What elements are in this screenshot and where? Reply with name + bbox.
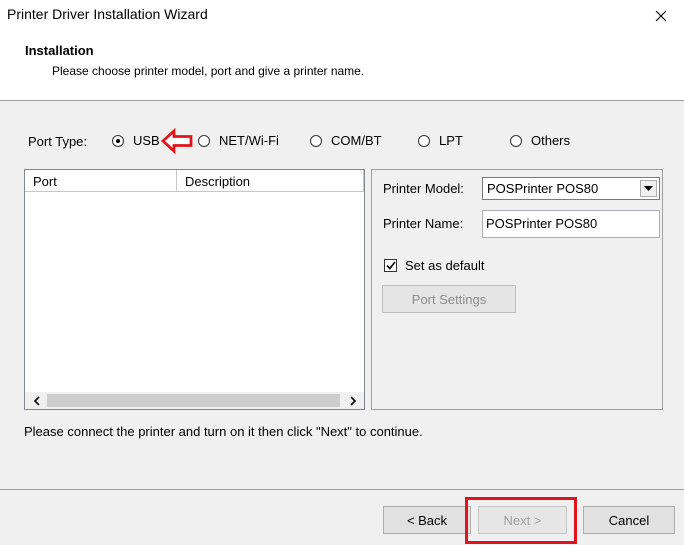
chevron-right-icon [349, 395, 356, 406]
radio-lpt-label: LPT [439, 133, 463, 148]
radio-usb[interactable]: USB [112, 133, 160, 148]
close-button[interactable] [638, 0, 684, 31]
radio-net-wifi-label: NET/Wi-Fi [219, 133, 279, 148]
printer-model-label: Printer Model: [383, 181, 464, 196]
radio-lpt-indicator[interactable] [418, 134, 430, 147]
cancel-button[interactable]: Cancel [583, 506, 675, 534]
printer-name-value: POSPrinter POS80 [486, 216, 598, 231]
radio-com-bt[interactable]: COM/BT [310, 133, 382, 148]
next-highlight-box [465, 497, 577, 544]
radio-usb-label: USB [133, 133, 160, 148]
status-text: Please connect the printer and turn on i… [24, 424, 423, 439]
radio-usb-indicator[interactable] [112, 134, 124, 147]
radio-com-bt-indicator[interactable] [310, 134, 322, 147]
radio-net-wifi[interactable]: NET/Wi-Fi [198, 133, 279, 148]
window-title: Printer Driver Installation Wizard [7, 6, 208, 22]
set-default-label[interactable]: Set as default [405, 258, 485, 273]
column-header-port[interactable]: Port [25, 170, 177, 192]
wizard-header: Installation Please choose printer model… [0, 31, 684, 101]
scrollbar-thumb[interactable] [47, 394, 340, 407]
dropdown-button[interactable] [640, 180, 657, 197]
title-bar: Printer Driver Installation Wizard [0, 0, 684, 31]
arrow-left-icon [161, 128, 193, 154]
radio-others-label: Others [531, 133, 571, 148]
radio-others[interactable]: Others [510, 133, 570, 148]
printer-model-select[interactable]: POSPrinter POS80 [482, 177, 660, 200]
printer-name-field[interactable]: POSPrinter POS80 [482, 210, 660, 238]
back-button[interactable]: < Back [383, 506, 471, 534]
port-type-label: Port Type: [28, 134, 88, 149]
column-header-description[interactable]: Description [177, 170, 364, 192]
radio-lpt[interactable]: LPT [418, 133, 463, 148]
footer-divider [0, 489, 684, 490]
chevron-down-icon [644, 185, 653, 191]
printer-name-label: Printer Name: [383, 216, 464, 231]
close-icon [655, 10, 667, 21]
printer-model-value: POSPrinter POS80 [487, 181, 599, 196]
header-subtitle: Please choose printer model, port and gi… [52, 64, 365, 78]
check-icon [385, 261, 396, 270]
header-title: Installation [25, 43, 94, 58]
scroll-right-button[interactable] [344, 392, 362, 409]
radio-others-indicator[interactable] [510, 134, 522, 147]
set-default-checkbox[interactable] [384, 259, 397, 272]
printer-settings-panel: Printer Model: POSPrinter POS80 Printer … [371, 169, 663, 410]
radio-com-bt-label: COM/BT [331, 133, 382, 148]
chevron-left-icon [33, 395, 40, 406]
radio-net-wifi-indicator[interactable] [198, 134, 210, 147]
horizontal-scrollbar[interactable] [25, 392, 364, 409]
scroll-left-button[interactable] [27, 392, 45, 409]
port-settings-button[interactable]: Port Settings [382, 285, 516, 313]
port-list[interactable]: Port Description [24, 169, 365, 410]
